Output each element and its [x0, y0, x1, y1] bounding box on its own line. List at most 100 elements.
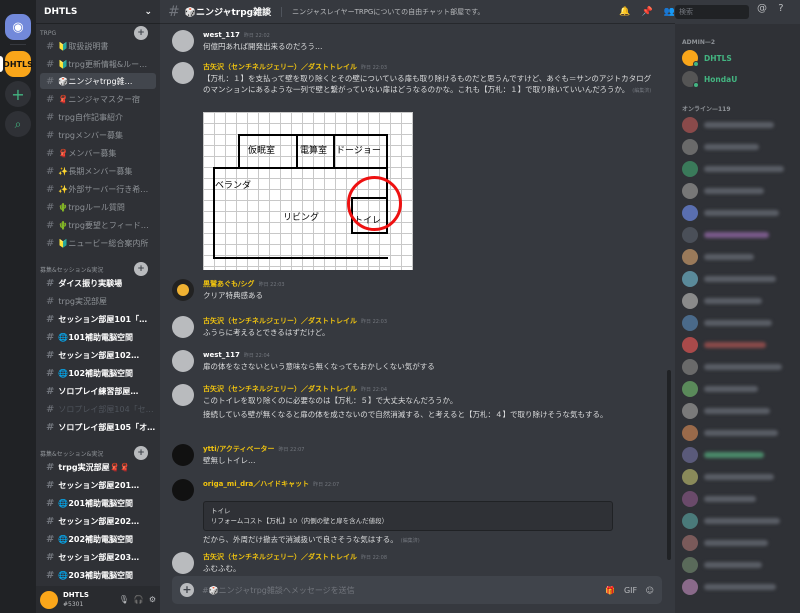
avatar	[682, 491, 698, 507]
home-discord-icon[interactable]: ◉	[5, 14, 31, 40]
gift-icon[interactable]: 🎁	[605, 586, 615, 595]
member-item[interactable]: HondaU	[682, 70, 800, 88]
channel-item[interactable]: # ソロプレイ練習部屋…	[40, 383, 156, 399]
explore-servers-icon[interactable]: ⌕	[5, 111, 31, 137]
channel-item[interactable]: # ✨長期メンバー募集	[40, 163, 156, 179]
channel-item[interactable]: # 🧣メンバー募集	[40, 145, 156, 161]
notification-bell-icon[interactable]: 🔔	[619, 7, 630, 17]
message-input[interactable]: + #🎲ニンジャtrpg雑談へメッセージを送信 🎁 GIF ☺	[172, 576, 662, 604]
category-sessions-2[interactable]: 募集&セッション&実況 +	[40, 446, 156, 460]
channel-item[interactable]: # 🌐201補助電脳空間	[40, 495, 156, 511]
message-author[interactable]: ytti/アクティベーター	[203, 445, 274, 453]
message-author[interactable]: 古矢沢（センチネルジェリー）／ダストトレイル	[203, 553, 357, 561]
channel-item[interactable]: # trpg実況部屋🧣🧣	[40, 459, 156, 475]
member-item-blurred[interactable]	[682, 226, 800, 244]
channel-item[interactable]: # 🔰trpg更新情報&ルー…	[40, 56, 156, 72]
channel-item[interactable]: # 🌐202補助電脳空間	[40, 531, 156, 547]
server-header[interactable]: DHTLS ⌄	[36, 0, 160, 24]
member-item-blurred[interactable]	[682, 270, 800, 288]
channel-item[interactable]: # 🧣ニンジャマスター宿	[40, 91, 156, 107]
member-item-blurred[interactable]	[682, 336, 800, 354]
channel-item[interactable]: # ✨外部サーバー行き希…	[40, 181, 156, 197]
member-category: ADMIN—2	[682, 39, 716, 46]
member-item-blurred[interactable]	[682, 446, 800, 464]
member-item-blurred[interactable]	[682, 116, 800, 134]
add-channel-icon[interactable]: +	[134, 262, 148, 276]
member-item-blurred[interactable]	[682, 314, 800, 332]
channel-item[interactable]: # 🔰ニュービー総合案内所	[40, 235, 156, 251]
member-item-blurred[interactable]	[682, 468, 800, 486]
member-item-blurred[interactable]	[682, 556, 800, 574]
channel-item[interactable]: # 🌐101補助電脳空間	[40, 329, 156, 345]
headphones-icon[interactable]: 🎧	[134, 595, 144, 604]
channel-item[interactable]: # ソロプレイ部屋105「オ…	[40, 419, 156, 435]
avatar[interactable]	[172, 444, 194, 466]
member-item-blurred[interactable]	[682, 182, 800, 200]
message-author[interactable]: 古矢沢（センチネルジェリー）／ダストトレイル	[203, 317, 357, 325]
add-server-icon[interactable]: +	[5, 81, 31, 107]
search-input[interactable]: 検索	[675, 5, 749, 19]
category-sessions[interactable]: 募集&セッション&実況 +	[40, 262, 156, 276]
message-author[interactable]: 黒鷲あぐも/シグ	[203, 280, 255, 288]
member-item-blurred[interactable]	[682, 380, 800, 398]
emoji-icon[interactable]: ☺	[646, 586, 654, 595]
channel-item[interactable]: # セッション部屋202…	[40, 513, 156, 529]
channel-item[interactable]: # 🌐102補助電脳空間	[40, 365, 156, 381]
avatar[interactable]	[172, 384, 194, 406]
avatar[interactable]	[172, 552, 194, 574]
member-item-blurred[interactable]	[682, 512, 800, 530]
member-item[interactable]: DHTLS	[682, 49, 800, 67]
channel-item-muted[interactable]: # ソロプレイ部屋104「セ…	[40, 401, 156, 417]
mention-icon[interactable]: @	[757, 3, 767, 14]
channel-item[interactable]: # trpg実況部屋	[40, 293, 156, 309]
channel-item[interactable]: # セッション部屋102…	[40, 347, 156, 363]
member-item-blurred[interactable]	[682, 578, 800, 596]
avatar[interactable]	[172, 279, 194, 301]
member-item-blurred[interactable]	[682, 358, 800, 376]
gif-icon[interactable]: GIF	[624, 586, 637, 595]
member-item-blurred[interactable]	[682, 292, 800, 310]
member-item-blurred[interactable]	[682, 490, 800, 508]
channel-item[interactable]: # セッション部屋201…	[40, 477, 156, 493]
hash-icon: #	[46, 367, 55, 379]
channel-item[interactable]: # 🌵trpg要望とフィード…	[40, 217, 156, 233]
avatar[interactable]	[172, 30, 194, 52]
channel-item[interactable]: # 🌵trpgルール質問	[40, 199, 156, 215]
member-item-blurred[interactable]	[682, 534, 800, 552]
channel-item[interactable]: # セッション部屋203…	[40, 549, 156, 565]
room-label: ドージョー	[336, 146, 381, 156]
member-item-blurred[interactable]	[682, 138, 800, 156]
gear-icon[interactable]: ⚙	[149, 595, 156, 604]
member-item-blurred[interactable]	[682, 248, 800, 266]
help-icon[interactable]: ?	[778, 3, 783, 14]
add-channel-icon[interactable]: +	[134, 446, 148, 460]
member-item-blurred[interactable]	[682, 204, 800, 222]
avatar[interactable]	[40, 590, 58, 609]
message-scrollbar[interactable]	[667, 370, 671, 560]
channel-item[interactable]: # セッション部屋101「…	[40, 311, 156, 327]
channel-item[interactable]: # 🔰取扱説明書	[40, 38, 156, 54]
attach-plus-icon[interactable]: +	[180, 583, 194, 597]
message-author[interactable]: 古矢沢（センチネルジェリー）／ダストトレイル	[203, 385, 357, 393]
member-item-blurred[interactable]	[682, 402, 800, 420]
member-item-blurred[interactable]	[682, 160, 800, 178]
member-item-blurred[interactable]	[682, 424, 800, 442]
member-list-icon[interactable]: 👥	[664, 7, 675, 17]
avatar[interactable]	[172, 316, 194, 338]
avatar[interactable]	[172, 479, 194, 501]
message-author[interactable]: 古矢沢（センチネルジェリー）／ダストトレイル	[203, 63, 357, 71]
message-author[interactable]: west_117	[203, 31, 240, 39]
avatar[interactable]	[172, 350, 194, 372]
channel-item-selected[interactable]: # 🎲ニンジャtrpg雑…	[40, 73, 156, 89]
channel-item[interactable]: # trpg自作記事紹介	[40, 109, 156, 125]
microphone-icon[interactable]: 🎙	[119, 595, 129, 604]
channel-item[interactable]: # trpgメンバー募集	[40, 127, 156, 143]
server-icon-dhtls[interactable]: DHTLS	[3, 51, 33, 77]
floorplan-image[interactable]: 仮眠室 電算室 ドージョー ベランダ リビング トイレ	[203, 112, 413, 270]
avatar[interactable]	[172, 62, 194, 84]
pin-icon[interactable]: 📌	[642, 7, 653, 17]
channel-item[interactable]: # 🌐203補助電脳空間	[40, 567, 156, 583]
message-author[interactable]: west_117	[203, 351, 240, 359]
message-author[interactable]: origa_mi_dra／ハイドキャット	[203, 480, 309, 488]
channel-item[interactable]: # ダイス振り実験場	[40, 275, 156, 291]
